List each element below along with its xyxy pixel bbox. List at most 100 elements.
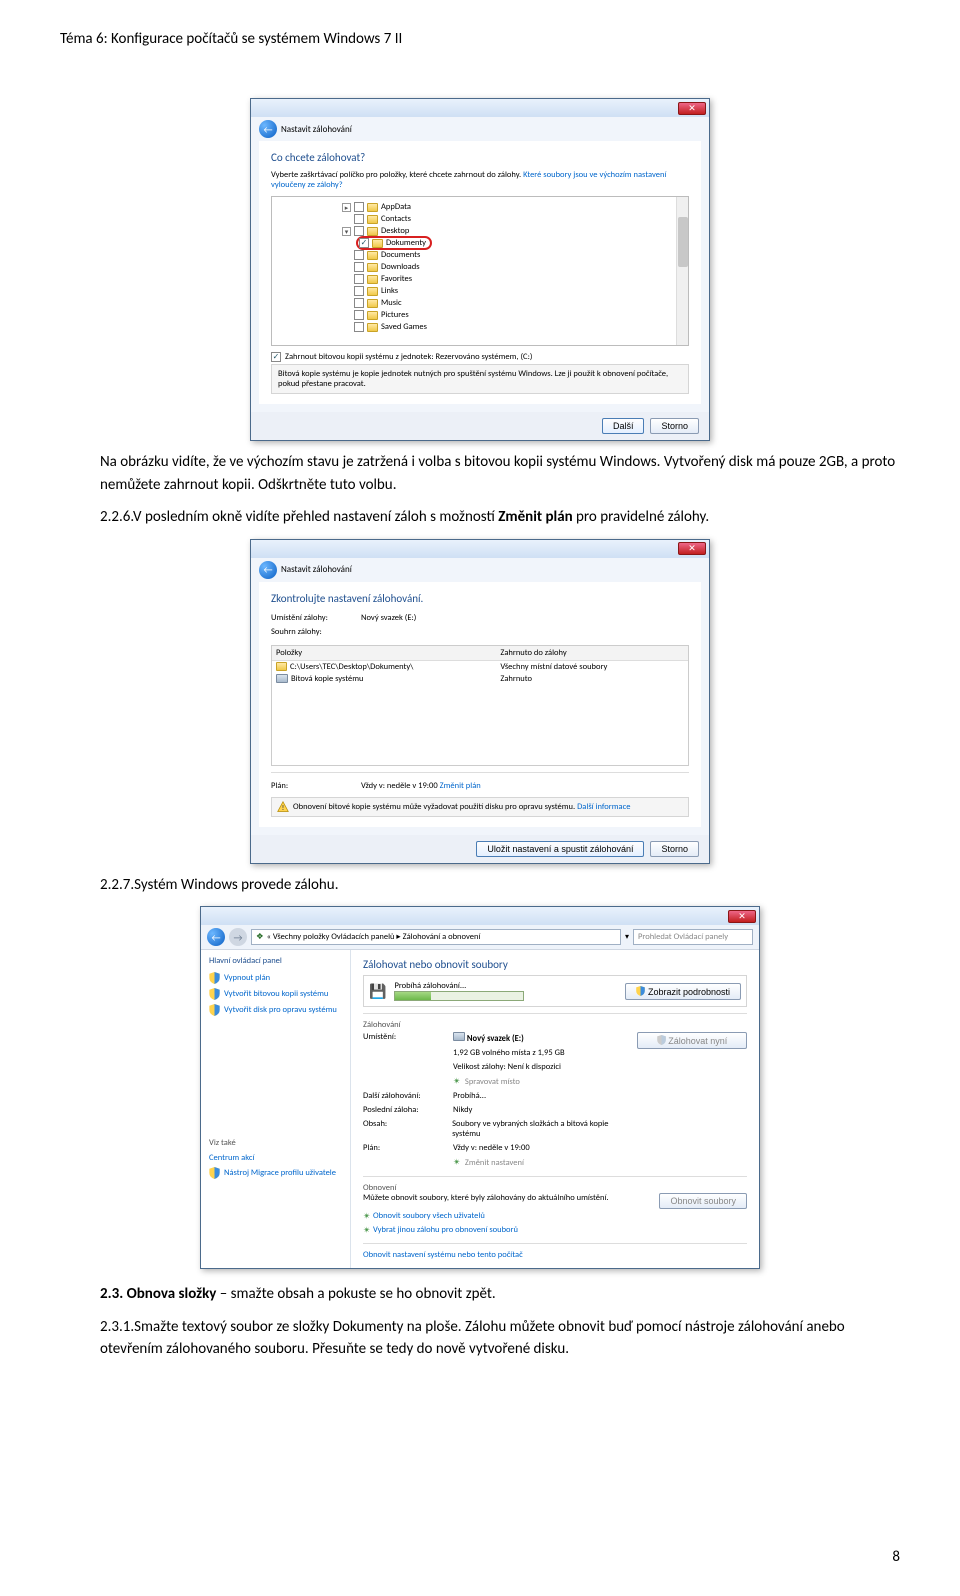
view-details-button[interactable]: Zobrazit podrobnosti (625, 983, 741, 1000)
folder-icon (367, 299, 378, 308)
titlebar: ✕ (201, 907, 759, 925)
tree-item-label-highlighted: Dokumenty (386, 238, 426, 248)
create-repair-disk-link[interactable]: Vytvořit disk pro opravu systému (209, 1002, 342, 1018)
close-button[interactable]: ✕ (678, 102, 706, 115)
folder-icon (372, 239, 383, 248)
checkbox[interactable] (354, 202, 364, 212)
tree-item-label: Music (381, 298, 402, 308)
titlebar: ✕ (251, 99, 709, 117)
backup-control-panel-window: ✕ ← → ❖ « Všechny položky Ovládacích pan… (200, 906, 760, 1269)
action-center-link[interactable]: Centrum akcí (209, 1151, 342, 1165)
body-heading: 2.3. Obnova složky – smažte obsah a poku… (100, 1283, 900, 1306)
backup-review-dialog: ✕ ← Nastavit zálohování Zkontrolujte nas… (250, 539, 710, 864)
expand-icon[interactable]: ▾ (342, 227, 351, 236)
image-description: Bitová kopie systému je kopie jednotek n… (271, 364, 689, 394)
restore-system-link[interactable]: Obnovit nastavení systému nebo tento poč… (363, 1250, 523, 1260)
location-value: Nový svazek (E:) (361, 613, 416, 623)
checkbox[interactable] (354, 214, 364, 224)
checkbox[interactable] (354, 250, 364, 260)
tree-item-label: Desktop (381, 226, 409, 236)
folder-tree[interactable]: ▸AppData Contacts ▾Desktop Dokumenty Doc… (271, 196, 689, 346)
cancel-button[interactable]: Storno (650, 418, 699, 434)
disk-icon (453, 1032, 465, 1041)
gear-icon (453, 1076, 463, 1086)
table-row: Bitová kopie systému Zahrnuto (272, 673, 688, 685)
shield-icon (209, 972, 220, 984)
next-backup-value: Probíhá... (453, 1091, 486, 1101)
free-space: 1,92 GB volného místa z 1,95 GB (453, 1048, 565, 1058)
folder-icon (367, 251, 378, 260)
folder-icon (276, 662, 287, 671)
tree-item-label: Favorites (381, 274, 412, 284)
checkbox[interactable] (354, 286, 364, 296)
scroll-thumb[interactable] (678, 217, 688, 267)
folder-icon (367, 215, 378, 224)
folder-icon (367, 287, 378, 296)
change-settings-link: Změnit nastavení (465, 1158, 524, 1168)
change-plan-link[interactable]: Změnit plán (440, 781, 481, 791)
shield-icon (209, 988, 220, 1000)
gear-icon (363, 1211, 373, 1221)
plan-label: Plán: (271, 781, 361, 791)
dialog-heading: Zkontrolujte nastavení zálohování. (271, 592, 689, 605)
migration-tool-link[interactable]: Nástroj Migrace profilu uživatele (209, 1165, 342, 1181)
scrollbar[interactable] (676, 197, 688, 345)
disable-schedule-link[interactable]: Vypnout plán (209, 970, 342, 986)
plan-value: Vždy v: neděle v 19:00 (361, 781, 440, 791)
checkbox[interactable] (354, 262, 364, 272)
checkbox[interactable] (354, 310, 364, 320)
back-icon[interactable]: ← (259, 561, 277, 579)
main-heading: Zálohovat nebo obnovit soubory (363, 958, 747, 971)
gear-icon (453, 1157, 463, 1167)
wizard-subtitle: Nastavit zálohování (281, 564, 352, 575)
col-included: Zahrnuto do zálohy (500, 648, 566, 658)
tree-item-label: Downloads (381, 262, 420, 272)
warning-icon: ! (277, 801, 289, 813)
shield-icon (636, 986, 645, 996)
forward-icon[interactable]: → (229, 928, 247, 946)
backup-running-label: Probíhá zálohování... (394, 981, 617, 991)
subhead-restore: Obnovení (363, 1183, 747, 1193)
last-backup-label: Poslední záloha: (363, 1105, 453, 1115)
plan-value: Vždy v: neděle v 19:00 (453, 1143, 530, 1153)
main-pane: Zálohovat nebo obnovit soubory 💾 Probíhá… (351, 950, 759, 1268)
address-bar[interactable]: ❖ « Všechny položky Ovládacích panelů ▸ … (251, 929, 621, 945)
search-input[interactable]: Prohledat Ovládací panely (633, 929, 753, 945)
backup-select-dialog: ✕ ← Nastavit zálohování Co chcete záloho… (250, 98, 710, 441)
folder-icon (367, 203, 378, 212)
next-button[interactable]: Další (602, 418, 645, 434)
checkbox[interactable] (354, 274, 364, 284)
back-icon[interactable]: ← (207, 928, 225, 946)
back-icon[interactable]: ← (259, 120, 277, 138)
tree-item-label: Contacts (381, 214, 411, 224)
cancel-button[interactable]: Storno (650, 841, 699, 857)
checkbox[interactable] (354, 298, 364, 308)
dialog-instruction: Vyberte zaškrtávací políčko pro položky,… (271, 170, 689, 190)
checkbox-checked[interactable] (359, 238, 369, 248)
include-image-label: Zahrnout bitovou kopii systému z jednote… (285, 352, 532, 362)
create-image-link[interactable]: Vytvořit bitovou kopii systému (209, 986, 342, 1002)
save-and-run-button[interactable]: Uložit nastavení a spustit zálohování (476, 841, 644, 857)
body-step: 2.2.7.Systém Windows provede zálohu. (100, 874, 900, 897)
svg-text:!: ! (282, 804, 284, 812)
warning-box: ! Obnovení bitové kopie systému může vyž… (271, 797, 689, 817)
folder-icon (367, 311, 378, 320)
folder-icon (367, 275, 378, 284)
folder-icon (367, 323, 378, 332)
more-info-link[interactable]: Další informace (577, 802, 630, 812)
checkbox[interactable] (354, 322, 364, 332)
close-button[interactable]: ✕ (678, 542, 706, 555)
restore-other-backup-link: Vybrat jinou zálohu pro obnovení souborů (373, 1225, 518, 1235)
manage-space-link: Spravovat místo (465, 1077, 520, 1087)
subhead-backup: Zálohování (363, 1020, 747, 1030)
close-button[interactable]: ✕ (728, 910, 756, 923)
tree-item-label: Pictures (381, 310, 409, 320)
include-image-checkbox[interactable] (271, 352, 281, 362)
checkbox[interactable] (354, 226, 364, 236)
content-label: Obsah: (363, 1119, 452, 1139)
body-step: 2.3.1.Smažte textový soubor ze složky Do… (100, 1316, 900, 1361)
expand-icon[interactable]: ▸ (342, 203, 351, 212)
titlebar: ✕ (251, 540, 709, 558)
col-items: Položky (276, 648, 500, 658)
progress-bar (394, 991, 524, 1001)
